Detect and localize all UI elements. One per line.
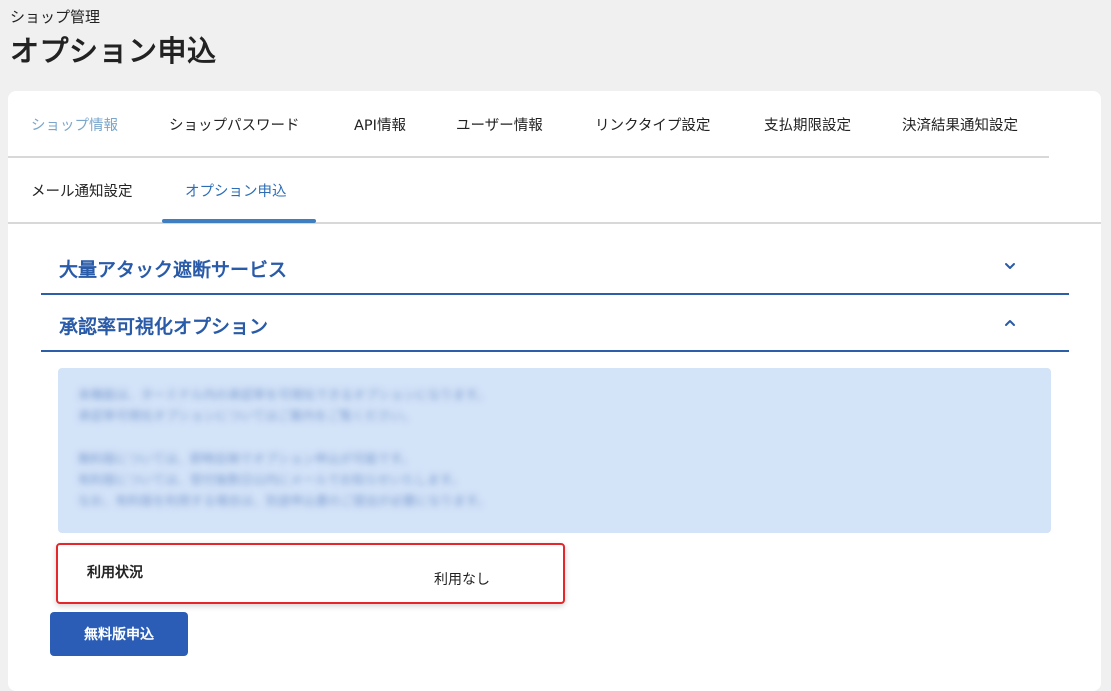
section-title: 大量アタック遮断サービス bbox=[59, 259, 288, 281]
usage-status-value: 利用なし bbox=[434, 572, 490, 588]
tab-option-application[interactable]: オプション申込 bbox=[185, 180, 287, 201]
section-approval-rate-visualization[interactable]: 承認率可視化オプション bbox=[41, 294, 1069, 352]
description-line: なお、有料版を利用する場合は、別途申込書のご提出が必要になります。 bbox=[78, 493, 490, 508]
tab-api-info[interactable]: API情報 bbox=[354, 114, 406, 135]
tab-payment-result-notification-settings[interactable]: 決済結果通知設定 bbox=[902, 114, 1018, 135]
description-line: 有料版については、受付後数日以内にメールでお知らせいたします。 bbox=[78, 472, 464, 487]
option-description-box: 本機能は、ターミナル内の承認率を可視化できるオプションになります。 承認率可視化… bbox=[58, 368, 1051, 533]
usage-status-label: 利用状況 bbox=[87, 565, 143, 581]
free-plan-apply-button[interactable]: 無料版申込 bbox=[50, 612, 188, 656]
blurred-description-text: 本機能は、ターミナル内の承認率を可視化できるオプションになります。 承認率可視化… bbox=[58, 368, 1051, 511]
description-line: 承認率可視化オプションについてはご案内をご覧ください。 bbox=[78, 408, 415, 423]
tab-mail-notification-settings[interactable]: メール通知設定 bbox=[31, 180, 133, 201]
chevron-up-icon[interactable] bbox=[1003, 316, 1017, 330]
active-tab-indicator bbox=[162, 219, 316, 223]
tab-user-info[interactable]: ユーザー情報 bbox=[456, 114, 543, 135]
tab-shop-info[interactable]: ショップ情報 bbox=[31, 114, 118, 135]
chevron-down-icon[interactable] bbox=[1003, 259, 1017, 273]
section-title: 承認率可視化オプション bbox=[59, 316, 269, 338]
tab-payment-deadline-settings[interactable]: 支払期限設定 bbox=[764, 114, 851, 135]
tab-bar-row-2: メール通知設定 オプション申込 bbox=[8, 158, 1101, 224]
content-card: ショップ情報 ショップパスワード API情報 ユーザー情報 リンクタイプ設定 支… bbox=[8, 91, 1101, 691]
page-title: オプション申込 bbox=[10, 34, 217, 68]
description-line: 本機能は、ターミナル内の承認率を可視化できるオプションになります。 bbox=[78, 387, 490, 402]
breadcrumb[interactable]: ショップ管理 bbox=[10, 6, 217, 28]
tab-bar-row-1: ショップ情報 ショップパスワード API情報 ユーザー情報 リンクタイプ設定 支… bbox=[8, 91, 1049, 158]
tab-shop-password[interactable]: ショップパスワード bbox=[169, 114, 300, 135]
usage-status-row: 利用状況 利用なし bbox=[56, 543, 565, 604]
page-header: ショップ管理 オプション申込 bbox=[10, 6, 217, 72]
section-mass-attack-blocking[interactable]: 大量アタック遮断サービス bbox=[41, 237, 1069, 295]
tab-link-type-settings[interactable]: リンクタイプ設定 bbox=[595, 114, 710, 135]
description-line: 無料版については、即時反映でオプション申込が可能です。 bbox=[78, 451, 414, 466]
